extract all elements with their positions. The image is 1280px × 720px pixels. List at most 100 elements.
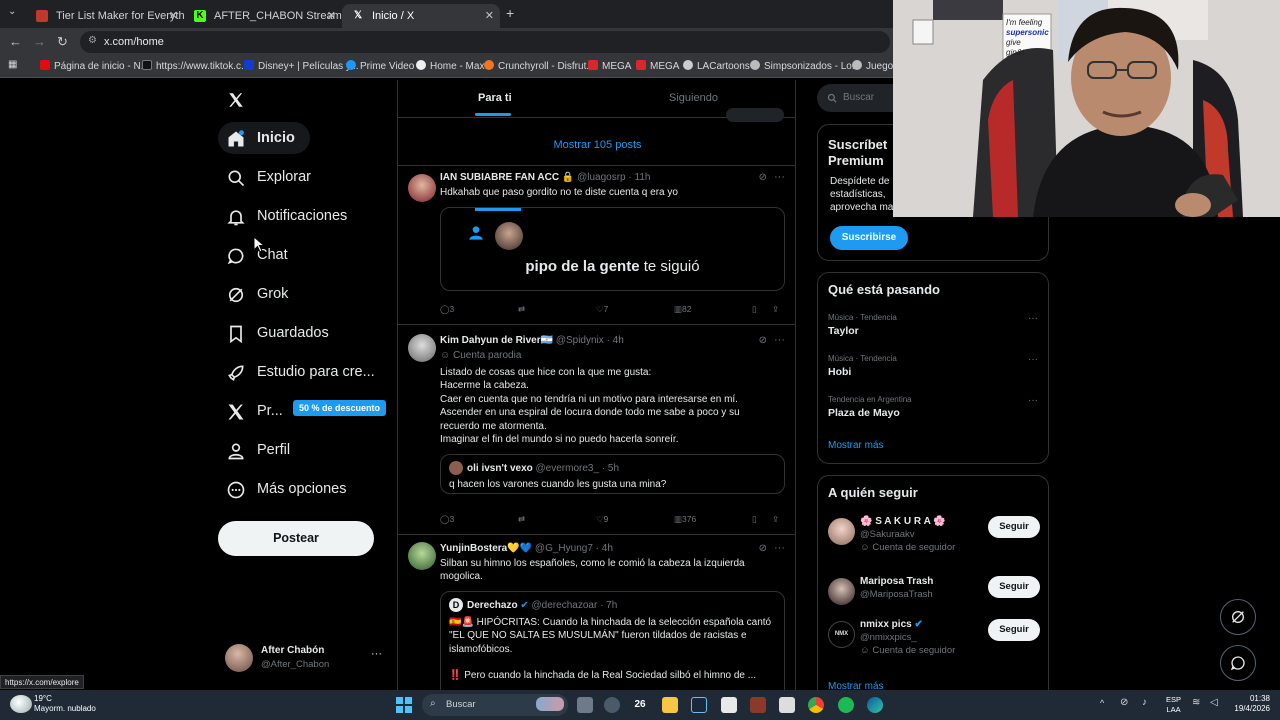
wifi-icon[interactable]: ≋ — [1192, 697, 1200, 708]
like-button[interactable]: ♡ 7 — [596, 304, 608, 315]
bookmark-crunchyroll[interactable]: Crunchyroll - Disfrut... — [484, 60, 595, 72]
language-indicator[interactable]: ESP LAA — [1166, 695, 1181, 715]
new-tab-plus-icon[interactable]: + — [506, 5, 514, 21]
forward-arrow-icon[interactable]: → — [33, 34, 46, 49]
trend-item[interactable]: Música · Tendencia Hobi ··· — [828, 354, 1040, 378]
edge-icon[interactable] — [867, 697, 883, 713]
tab-for-you[interactable]: Para ti — [478, 92, 512, 104]
author-handle[interactable]: @G_Hyung7 — [535, 543, 593, 554]
follow-button[interactable]: Seguir — [988, 619, 1040, 641]
clock[interactable]: 01:38 19/4/2026 — [1226, 694, 1270, 714]
retweet-icon[interactable]: ⇄ — [518, 514, 525, 525]
copilot-icon[interactable] — [604, 697, 620, 713]
more-dots-icon[interactable]: ··· — [1028, 395, 1038, 406]
views-button[interactable]: ▥ 82 — [674, 304, 692, 315]
close-tab-icon[interactable]: ✕ — [485, 9, 494, 22]
bookmark-simpsonizados[interactable]: Simpsonizados - Lo... — [750, 60, 860, 72]
account-switcher[interactable]: After Chabón @After_Chabon ··· — [225, 640, 395, 680]
author-name[interactable]: IAN SUBIABRE FAN ACC — [440, 172, 559, 183]
taskbar-search[interactable]: ⌕ Buscar — [422, 694, 568, 716]
show-more-link[interactable]: Mostrar más — [828, 440, 884, 451]
chrome-icon[interactable] — [808, 697, 824, 713]
weather-widget[interactable]: 19°C Mayorm. nublado — [34, 694, 96, 714]
avatar[interactable] — [828, 578, 855, 605]
grok-floating-button[interactable] — [1220, 599, 1256, 635]
tweet-time[interactable]: · 4h — [607, 335, 624, 346]
browser-tab-tiermaker[interactable]: Tier List Maker for Everything - ✕ — [26, 4, 184, 28]
more-dots-icon[interactable]: ··· — [1028, 313, 1038, 324]
close-tab-icon[interactable]: ✕ — [327, 9, 336, 22]
messages-floating-button[interactable] — [1220, 645, 1256, 681]
trend-item[interactable]: Música · Tendencia Taylor ··· — [828, 313, 1040, 337]
author-handle[interactable]: @Spidynix — [556, 335, 604, 346]
post-button[interactable]: Postear — [218, 521, 374, 556]
follow-suggestion[interactable]: 🌸 S A K U R A 🌸 @Sakuraakv ☺ Cuenta de s… — [828, 516, 1040, 556]
follow-suggestion[interactable]: NMX nmixx pics ✔ @nmixxpics_ ☺ Cuenta de… — [828, 619, 1040, 659]
author-name[interactable]: Kim Dahyun de River🇦🇷 — [440, 335, 553, 346]
url-bar[interactable]: ⚙ x.com/home — [80, 31, 890, 53]
spotify-icon[interactable] — [838, 697, 854, 713]
bookmark-juegos[interactable]: Juegos — [852, 60, 898, 72]
tweet-time[interactable]: · 4h — [596, 543, 613, 554]
bookmark-max[interactable]: Home - Max — [416, 60, 484, 72]
bookmark-mega-1[interactable]: MEGA — [588, 60, 631, 72]
quoted-tweet[interactable]: D Derechazo ✔ @derechazoar · 7h 🇪🇸🚨 HIPÓ… — [440, 591, 785, 690]
volume-icon[interactable]: ◁ — [1210, 697, 1218, 708]
share-icon[interactable]: ⇪ — [772, 304, 779, 315]
site-info-icon[interactable]: ⚙ — [88, 35, 97, 46]
bookmark-icon[interactable]: ▯ — [752, 304, 757, 315]
browser-tab-x[interactable]: 𝕏 Inicio / X ✕ — [342, 4, 500, 28]
task-view-icon[interactable] — [577, 697, 593, 713]
grok-icon[interactable]: ⊘ — [759, 335, 767, 346]
bookmark-prime-video[interactable]: Prime Video — [346, 60, 414, 72]
discount-badge[interactable]: 50 % de descuento — [293, 400, 387, 416]
back-arrow-icon[interactable]: ← — [9, 34, 22, 49]
bookmark-netflix[interactable]: Página de inicio - N... — [40, 60, 149, 72]
file-explorer-icon[interactable] — [662, 697, 678, 713]
tray-chevron-icon[interactable]: ^ — [1100, 698, 1104, 708]
retweet-icon[interactable]: ⇄ — [518, 304, 525, 315]
subscribe-button[interactable]: Suscribirse — [830, 226, 908, 250]
grok-icon[interactable]: ⊘ — [759, 543, 767, 554]
reload-icon[interactable]: ↻ — [57, 34, 68, 50]
more-dots-icon[interactable]: ··· — [774, 334, 785, 346]
reply-button[interactable]: ◯ 3 — [440, 304, 454, 315]
apps-grid-icon[interactable]: ▦ — [8, 59, 17, 70]
avatar[interactable] — [408, 334, 436, 362]
avatar[interactable] — [408, 542, 436, 570]
more-dots-icon[interactable]: ··· — [371, 648, 382, 660]
bookmark-tiktok[interactable]: https://www.tiktok.c... — [142, 60, 249, 72]
weather-icon[interactable] — [10, 695, 32, 713]
game-icon[interactable] — [750, 697, 766, 713]
more-dots-icon[interactable]: ··· — [1028, 354, 1038, 365]
show-new-posts-button[interactable]: Mostrar 105 posts — [398, 124, 795, 166]
steam-icon[interactable] — [691, 697, 707, 713]
close-tab-icon[interactable]: ✕ — [169, 9, 178, 22]
views-button[interactable]: ▥ 376 — [674, 514, 696, 525]
more-dots-icon[interactable]: ··· — [774, 542, 785, 554]
tweet[interactable]: IAN SUBIABRE FAN ACC 🔒 @luagosrp · 11h ⊘… — [398, 167, 795, 325]
avatar[interactable]: NMX — [828, 621, 855, 648]
share-icon[interactable]: ⇪ — [772, 514, 779, 525]
bookmark-mega-2[interactable]: MEGA — [636, 60, 679, 72]
author-handle[interactable]: @luagosrp — [577, 172, 626, 183]
quoted-tweet[interactable]: oli ivsn't vexo @evermore3_ · 5h q hacen… — [440, 454, 785, 494]
app-badge-icon[interactable]: 26 — [632, 697, 648, 713]
browser-tab-kick[interactable]: K AFTER_CHABON Stream - Watc ✕ — [184, 4, 342, 28]
avatar[interactable] — [828, 518, 855, 545]
bookmark-icon[interactable]: ▯ — [752, 514, 757, 525]
bookmark-lacartoons[interactable]: LACartoons — [683, 60, 750, 72]
tab-following[interactable]: Siguiendo — [669, 92, 718, 104]
tweet-time[interactable]: · 11h — [628, 172, 650, 183]
follow-button[interactable]: Seguir — [988, 576, 1040, 598]
windows-start-icon[interactable] — [396, 697, 412, 713]
follow-suggestion[interactable]: Mariposa Trash @MariposaTrash Seguir — [828, 576, 1040, 616]
reply-button[interactable]: ◯ 3 — [440, 514, 454, 525]
tab-list-chevron-icon[interactable]: ⌄ — [8, 6, 16, 17]
notepad-icon[interactable] — [721, 697, 737, 713]
document-icon[interactable] — [779, 697, 795, 713]
author-name[interactable]: YunjinBostera💛💙 — [440, 543, 532, 554]
tweet[interactable]: Kim Dahyun de River🇦🇷 @Spidynix · 4h ⊘ ·… — [398, 326, 795, 535]
search-input[interactable]: Buscar — [817, 84, 897, 112]
avatar[interactable] — [408, 174, 436, 202]
